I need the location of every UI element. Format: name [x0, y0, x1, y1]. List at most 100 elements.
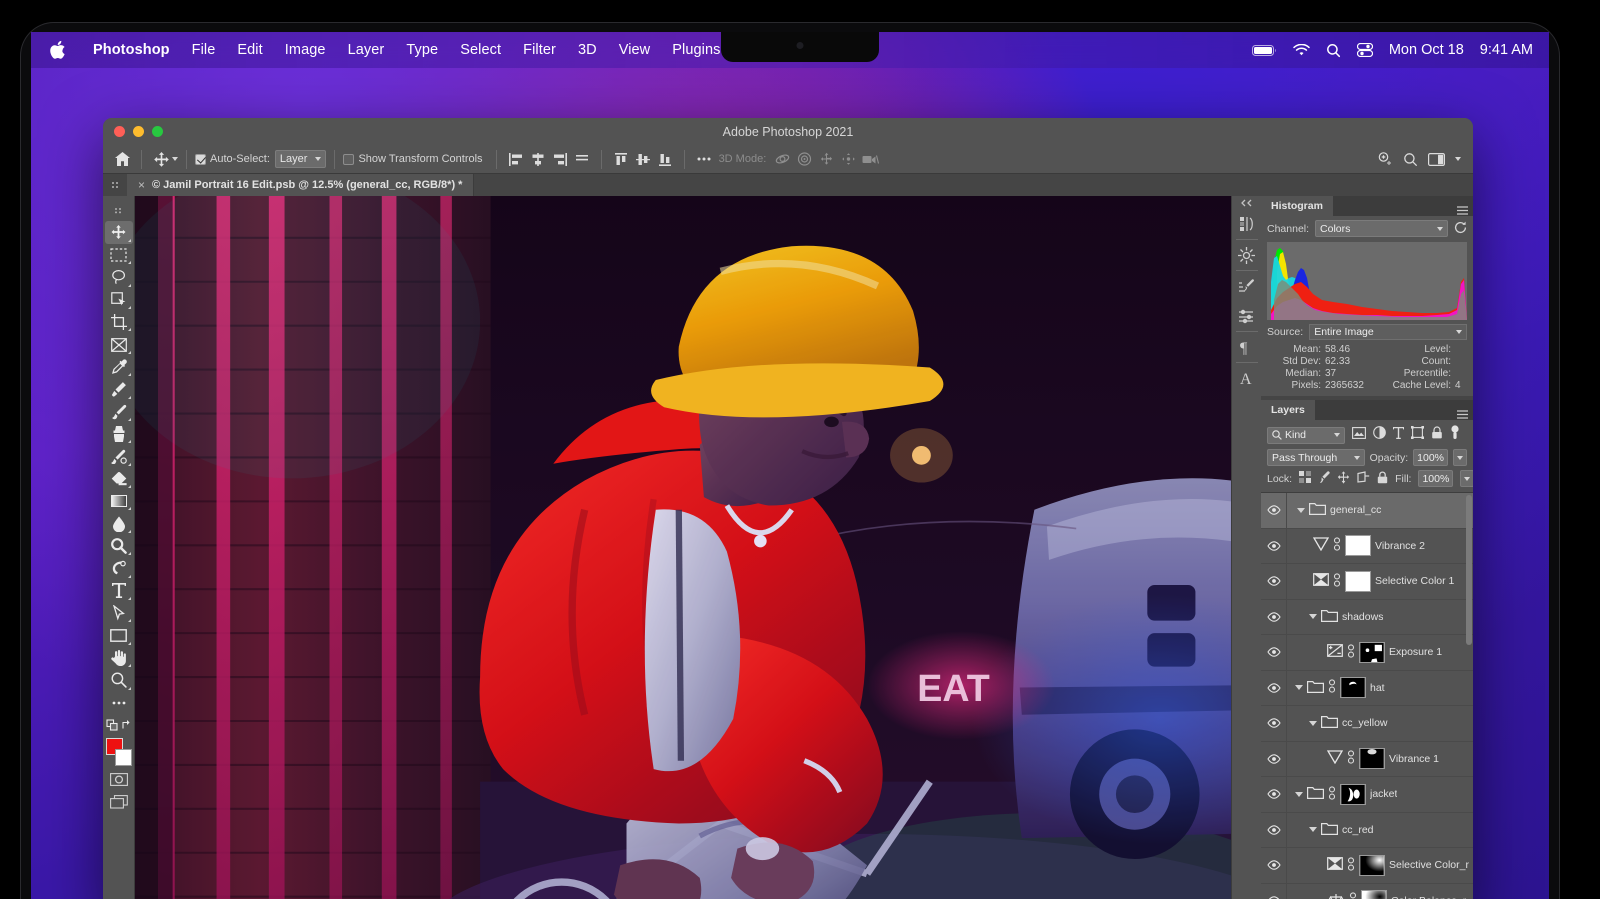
layer-content[interactable]: general_cc	[1287, 493, 1473, 528]
layer-mask-thumbnail[interactable]	[1345, 535, 1371, 557]
layer-filter-kind-dropdown[interactable]: Kind	[1267, 426, 1345, 444]
hand-tool[interactable]	[105, 647, 133, 669]
document-tab[interactable]: × © Jamil Portrait 16 Edit.psb @ 12.5% (…	[127, 174, 475, 196]
layer-content[interactable]: jacket	[1287, 777, 1473, 812]
disclosure-triangle-icon[interactable]	[1309, 614, 1317, 620]
layer-visibility-toggle[interactable]	[1261, 635, 1287, 670]
screen-mode-icon[interactable]	[105, 791, 133, 813]
layer-row[interactable]: jacket	[1261, 777, 1473, 813]
menu-item-file[interactable]: File	[181, 40, 227, 60]
layer-visibility-toggle[interactable]	[1261, 883, 1287, 899]
layer-mask-thumbnail[interactable]	[1345, 570, 1371, 592]
wifi-icon[interactable]	[1293, 43, 1310, 57]
fill-stepper[interactable]	[1460, 470, 1473, 487]
filter-pixel-icon[interactable]	[1352, 426, 1366, 444]
histogram-graph[interactable]	[1267, 242, 1467, 320]
layer-row[interactable]: Vibrance 1	[1261, 741, 1473, 777]
history-brush-tool[interactable]	[105, 445, 133, 467]
eyedropper-tool[interactable]	[105, 356, 133, 378]
clone-stamp-tool[interactable]	[105, 423, 133, 445]
edit-toolbar-tool[interactable]	[105, 692, 133, 714]
layer-row[interactable]: general_cc	[1261, 493, 1473, 529]
menu-item-layer[interactable]: Layer	[337, 40, 396, 60]
adjustments-icon[interactable]	[1233, 240, 1261, 270]
layer-visibility-toggle[interactable]	[1261, 564, 1287, 599]
layer-visibility-toggle[interactable]	[1261, 741, 1287, 776]
menu-item-type[interactable]: Type	[395, 40, 449, 60]
minimize-button[interactable]	[133, 126, 144, 137]
disclosure-triangle-icon[interactable]	[1309, 720, 1317, 726]
link-mask-icon[interactable]	[1333, 537, 1341, 554]
layer-visibility-toggle[interactable]	[1261, 848, 1287, 883]
menu-item-select[interactable]: Select	[449, 40, 512, 60]
default-colors-and-swap[interactable]	[105, 714, 133, 736]
move-tool-icon[interactable]	[150, 149, 172, 170]
layer-visibility-toggle[interactable]	[1261, 599, 1287, 634]
show-transform-controls-checkbox[interactable]	[343, 153, 355, 165]
chevron-down-icon[interactable]	[1455, 157, 1461, 161]
filter-toggle-icon[interactable]	[1450, 425, 1460, 445]
auto-select-checkbox[interactable]	[195, 153, 206, 165]
tool-preset-caret-icon[interactable]	[172, 157, 178, 161]
link-mask-icon[interactable]	[1328, 679, 1336, 696]
crop-tool[interactable]	[105, 311, 133, 333]
layer-mask-thumbnail[interactable]	[1359, 641, 1385, 663]
path-selection-tool[interactable]	[105, 602, 133, 624]
disclosure-triangle-icon[interactable]	[1295, 791, 1303, 797]
blend-mode-dropdown[interactable]: Pass Through	[1267, 449, 1365, 466]
document-canvas[interactable]: EAT	[135, 196, 1231, 899]
layer-content[interactable]: Color Balance_r	[1287, 884, 1473, 899]
brush-tool[interactable]	[105, 401, 133, 423]
layer-mask-thumbnail[interactable]	[1361, 890, 1387, 899]
fill-field[interactable]: 100%	[1418, 470, 1454, 487]
layer-visibility-toggle[interactable]	[1261, 706, 1287, 741]
layer-content[interactable]: hat	[1287, 671, 1473, 706]
eraser-tool[interactable]	[105, 468, 133, 490]
menu-item-filter[interactable]: Filter	[512, 40, 567, 60]
zoom-tool[interactable]	[105, 669, 133, 691]
home-icon[interactable]	[111, 149, 133, 170]
opacity-stepper[interactable]	[1453, 449, 1467, 466]
rectangle-tool[interactable]	[105, 624, 133, 646]
rectangular-marquee-tool[interactable]	[105, 244, 133, 266]
layer-visibility-toggle[interactable]	[1261, 670, 1287, 705]
filter-smart-object-icon[interactable]	[1431, 426, 1443, 444]
layer-content[interactable]: cc_red	[1287, 813, 1473, 848]
filter-shape-icon[interactable]	[1411, 426, 1424, 444]
collapse-panels-button[interactable]	[1232, 196, 1261, 209]
tab-bar-grip[interactable]	[103, 174, 127, 196]
panel-menu-icon[interactable]	[1457, 406, 1468, 424]
layer-mask-thumbnail[interactable]	[1340, 783, 1366, 805]
layer-mask-thumbnail[interactable]	[1359, 854, 1385, 876]
spot-healing-brush-tool[interactable]	[105, 378, 133, 400]
workspace-icon[interactable]	[1428, 152, 1445, 166]
scrollbar-thumb[interactable]	[1466, 495, 1472, 645]
disclosure-triangle-icon[interactable]	[1297, 507, 1305, 513]
filter-adjustment-icon[interactable]	[1373, 426, 1386, 444]
layer-row[interactable]: cc_yellow	[1261, 706, 1473, 742]
auto-select-dropdown[interactable]: Layer	[274, 150, 327, 168]
filter-type-icon[interactable]	[1393, 426, 1404, 444]
opacity-field[interactable]: 100%	[1413, 449, 1448, 466]
align-left-edges-icon[interactable]	[505, 149, 527, 170]
character-icon[interactable]: A	[1233, 363, 1261, 393]
menu-item-view[interactable]: View	[608, 40, 662, 60]
layer-content[interactable]: Selective Color_r	[1287, 848, 1473, 883]
layer-row[interactable]: Selective Color_r	[1261, 848, 1473, 884]
menu-item-edit[interactable]: Edit	[226, 40, 273, 60]
align-right-edges-icon[interactable]	[549, 149, 571, 170]
layer-content[interactable]: Exposure 1	[1287, 635, 1473, 670]
dodge-tool[interactable]	[105, 535, 133, 557]
align-horizontal-centers-icon[interactable]	[527, 149, 549, 170]
share-icon[interactable]	[1377, 151, 1393, 167]
distribute-vertical-centers-icon[interactable]	[632, 149, 654, 170]
tab-histogram[interactable]: Histogram	[1261, 196, 1333, 216]
panel-menu-icon[interactable]	[1457, 202, 1468, 220]
layer-visibility-toggle[interactable]	[1261, 528, 1287, 563]
link-mask-icon[interactable]	[1347, 750, 1355, 767]
source-dropdown[interactable]: Entire Image	[1309, 324, 1467, 340]
lock-transparent-pixels-icon[interactable]	[1299, 471, 1312, 486]
align-top-edges-icon[interactable]	[571, 149, 593, 170]
layer-row[interactable]: Exposure 1	[1261, 635, 1473, 671]
pen-tool[interactable]	[105, 557, 133, 579]
